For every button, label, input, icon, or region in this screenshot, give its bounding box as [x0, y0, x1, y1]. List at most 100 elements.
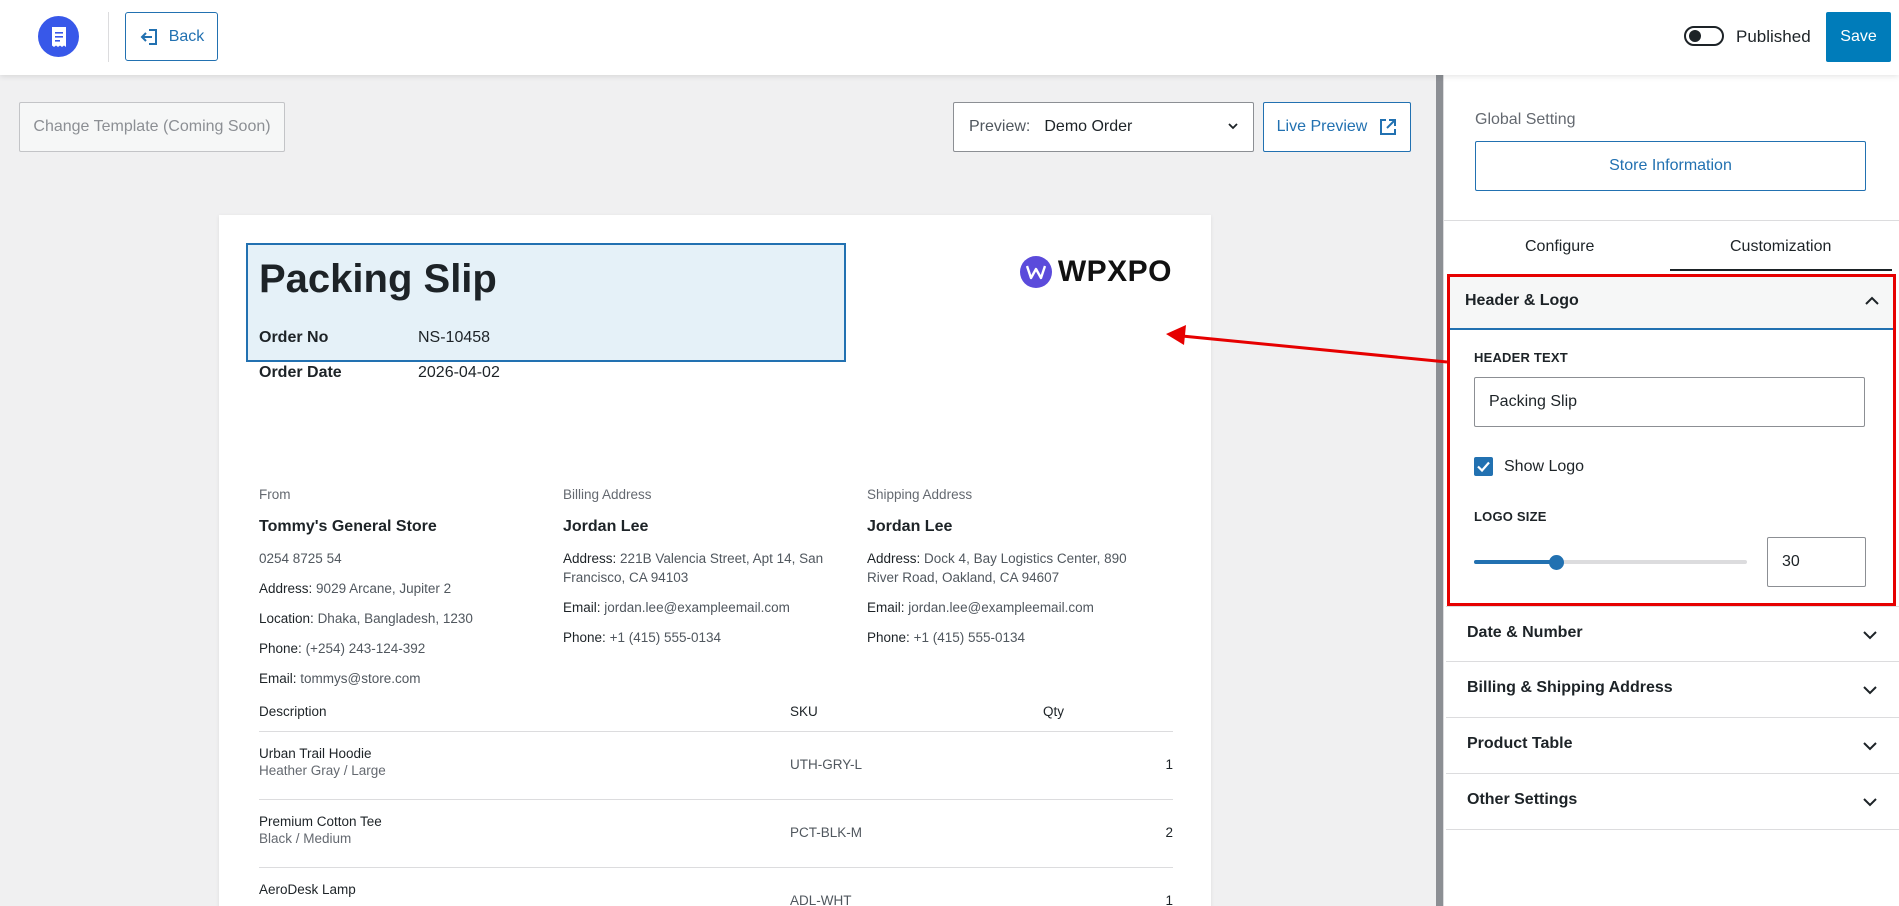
settings-panel: Global Setting Store Information Configu…: [1443, 75, 1899, 906]
order-no-label: Order No: [259, 329, 329, 346]
billing-phone-line: Phone: +1 (415) 555-0134: [563, 629, 722, 645]
canvas-scrollbar[interactable]: [1436, 75, 1443, 906]
col-description: Description: [259, 704, 327, 719]
toggle-knob: [1689, 30, 1701, 42]
preview-select[interactable]: Preview: Demo Order: [953, 102, 1254, 152]
live-preview-label: Live Preview: [1276, 118, 1368, 135]
global-setting-label: Global Setting: [1475, 111, 1576, 128]
accordion-other-settings-title: Other Settings: [1467, 791, 1578, 808]
brand-logo: WPXPO: [1019, 255, 1172, 289]
back-button-label: Back: [168, 27, 205, 45]
col-qty: Qty: [1043, 704, 1065, 719]
from-phone-line: Phone: (+254) 243-124-392: [259, 640, 426, 656]
shipping-heading: Shipping Address: [867, 487, 973, 502]
shipping-address-line: Address: Dock 4, Bay Logistics Center, 8…: [867, 551, 1127, 585]
order-date-label: Order Date: [259, 364, 342, 381]
from-name: Tommy's General Store: [259, 518, 437, 535]
order-date-row: Order Date 2026-04-02: [259, 364, 500, 382]
brand-name: WPXPO: [1057, 255, 1172, 288]
slider-handle[interactable]: [1548, 555, 1564, 570]
app-logo-receipt-icon[interactable]: [38, 16, 79, 57]
billing-heading: Billing Address: [563, 487, 652, 502]
col-sku: SKU: [790, 704, 818, 719]
logo-size-input[interactable]: [1767, 537, 1866, 587]
store-information-button[interactable]: Store Information: [1475, 141, 1866, 191]
logo-size-label: LOGO SIZE: [1474, 509, 1547, 524]
table-row: AeroDesk Lamp ADL-WHT 1: [259, 869, 1173, 906]
row-product-variant: Heather Gray / Large: [259, 763, 386, 778]
back-button[interactable]: Back: [125, 12, 218, 61]
show-logo-checkbox[interactable]: [1474, 457, 1493, 476]
accordion-billing-shipping[interactable]: Billing & Shipping Address: [1446, 662, 1899, 718]
accordion-date-number[interactable]: Date & Number: [1446, 606, 1899, 662]
published-label: Published: [1736, 27, 1811, 46]
shipping-name: Jordan Lee: [867, 518, 953, 535]
document-title: Packing Slip: [259, 257, 497, 301]
accordion-billing-shipping-title: Billing & Shipping Address: [1467, 679, 1673, 696]
top-bar: Back Published Save: [0, 0, 1899, 75]
wpxpo-logo-icon: [1019, 256, 1052, 288]
document-preview: Packing Slip WPXPO Order No NS-10458 Ord…: [219, 215, 1211, 906]
row-qty: 1: [1165, 893, 1173, 906]
topbar-divider: [108, 12, 109, 62]
external-link-icon: [1380, 119, 1397, 135]
published-toggle[interactable]: [1684, 26, 1724, 46]
chevron-up-icon: [1865, 296, 1879, 305]
logo-size-slider[interactable]: [1474, 560, 1747, 564]
product-table-header: Description SKU Qty: [259, 692, 1173, 732]
from-address: From Tommy's General Store 0254 8725 54 …: [259, 487, 549, 699]
shipping-email-line: Email: jordan.lee@exampleemail.com: [867, 599, 1094, 615]
row-sku: UTH-GRY-L: [790, 757, 863, 772]
shipping-phone-line: Phone: +1 (415) 555-0134: [867, 629, 1026, 645]
billing-address-line: Address: 221B Valencia Street, Apt 14, S…: [563, 551, 824, 585]
accordion-product-table[interactable]: Product Table: [1446, 718, 1899, 774]
header-text-input[interactable]: [1474, 377, 1865, 427]
chevron-down-icon: [1228, 123, 1238, 130]
row-qty: 1: [1165, 757, 1173, 772]
chevron-down-icon: [1863, 742, 1877, 751]
change-template-button[interactable]: Change Template (Coming Soon): [19, 102, 285, 152]
from-email-line: Email: tommys@store.com: [259, 670, 421, 686]
chevron-down-icon: [1863, 798, 1877, 807]
from-phone-plain: 0254 8725 54: [259, 551, 342, 566]
from-location-line: Location: Dhaka, Bangladesh, 1230: [259, 610, 473, 626]
checkmark-icon: [1477, 461, 1490, 472]
back-arrow-icon: [140, 28, 157, 45]
order-no-value: NS-10458: [418, 329, 491, 346]
row-sku: PCT-BLK-M: [790, 825, 863, 840]
live-preview-button[interactable]: Live Preview: [1263, 102, 1411, 152]
table-row: Premium Cotton Tee Black / Medium PCT-BL…: [259, 801, 1173, 868]
active-tab-indicator: [1670, 269, 1892, 271]
row-product-name: AeroDesk Lamp: [259, 882, 356, 897]
preview-select-value: Demo Order: [1044, 118, 1133, 135]
billing-address: Billing Address Jordan Lee Address: 221B…: [563, 487, 853, 659]
accordion-other-settings[interactable]: Other Settings: [1446, 774, 1899, 830]
table-row: Urban Trail Hoodie Heather Gray / Large …: [259, 733, 1173, 800]
accordion-product-table-title: Product Table: [1467, 735, 1573, 752]
panel-divider: [1444, 220, 1899, 221]
accordion-date-number-title: Date & Number: [1467, 624, 1583, 641]
row-product-name: Premium Cotton Tee: [259, 814, 382, 829]
tab-customization[interactable]: Customization: [1730, 238, 1831, 256]
preview-select-label: Preview:: [969, 118, 1031, 135]
row-product-name: Urban Trail Hoodie: [259, 746, 372, 761]
row-product-variant: Black / Medium: [259, 831, 352, 846]
scrollbar-thumb[interactable]: [1436, 75, 1443, 906]
shipping-address: Shipping Address Jordan Lee Address: Doc…: [867, 487, 1157, 659]
accordion-header-logo[interactable]: Header & Logo: [1449, 276, 1894, 330]
show-logo-label: Show Logo: [1504, 458, 1585, 475]
tab-configure[interactable]: Configure: [1525, 238, 1594, 256]
row-sku: ADL-WHT: [790, 893, 852, 906]
row-qty: 2: [1165, 825, 1173, 840]
slider-fill: [1474, 560, 1556, 564]
from-heading: From: [259, 487, 291, 502]
save-button[interactable]: Save: [1826, 12, 1891, 62]
accordion-header-logo-title: Header & Logo: [1465, 292, 1579, 309]
chevron-down-icon: [1863, 631, 1877, 640]
order-date-value: 2026-04-02: [418, 364, 500, 381]
from-address-line: Address: 9029 Arcane, Jupiter 2: [259, 580, 452, 596]
billing-name: Jordan Lee: [563, 518, 649, 535]
chevron-down-icon: [1863, 686, 1877, 695]
order-no-row: Order No NS-10458: [259, 329, 490, 347]
billing-email-line: Email: jordan.lee@exampleemail.com: [563, 599, 790, 615]
